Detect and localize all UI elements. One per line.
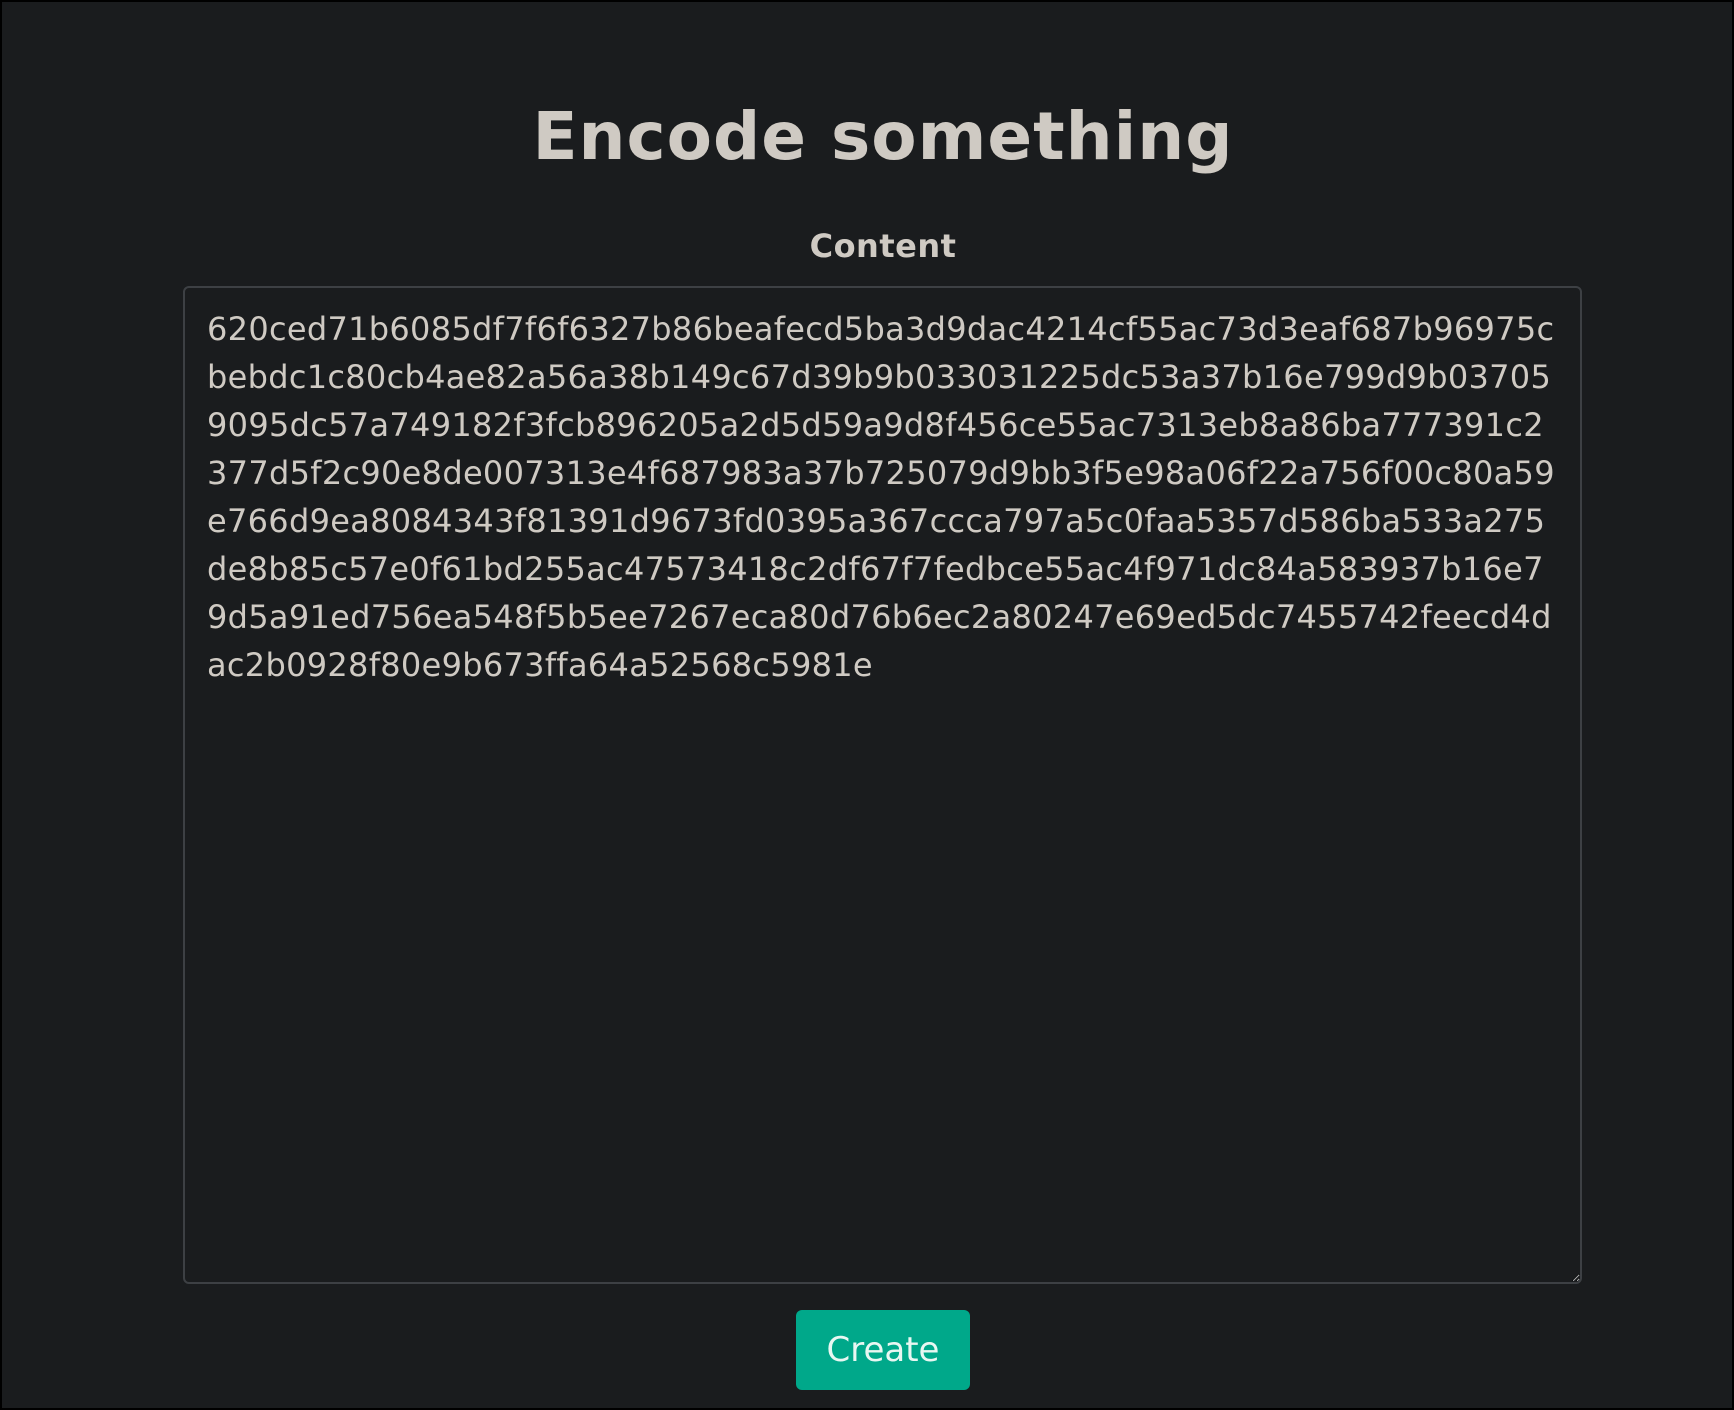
page-title: Encode something [532, 98, 1234, 175]
encode-form: Encode something Content Create [2, 2, 1732, 1408]
content-label: Content [809, 227, 957, 265]
create-button[interactable]: Create [796, 1310, 970, 1390]
content-textarea[interactable] [183, 286, 1582, 1284]
page-frame: Encode something Content Create [0, 0, 1734, 1410]
